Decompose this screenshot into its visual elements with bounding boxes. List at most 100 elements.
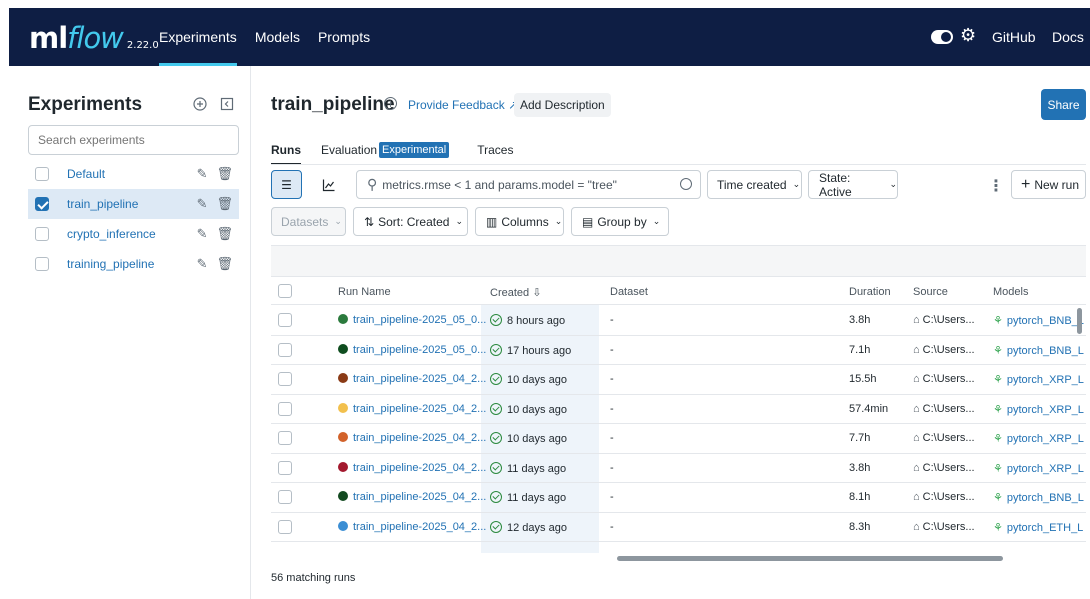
provide-feedback-link[interactable]: Provide Feedback ↗ bbox=[408, 98, 518, 112]
run-name-cell[interactable]: train_pipeline-2025_04_2... bbox=[338, 461, 486, 474]
col-source[interactable]: Source bbox=[913, 286, 948, 298]
col-dataset[interactable]: Dataset bbox=[610, 286, 648, 298]
run-name-link[interactable]: train_pipeline-2025_04_2... bbox=[353, 373, 486, 385]
pencil-icon[interactable]: ✎ bbox=[197, 256, 208, 272]
trash-icon[interactable]: 🗑 bbox=[216, 166, 233, 182]
model-link[interactable]: pytorch_XRP_L bbox=[1007, 374, 1084, 386]
experiment-checkbox[interactable] bbox=[35, 227, 49, 241]
time-created-dropdown[interactable]: Time created ⌄ bbox=[707, 170, 802, 199]
state-dropdown[interactable]: State: Active ⌄ bbox=[808, 170, 898, 199]
experiment-item-default[interactable]: Default ✎ 🗑 bbox=[28, 159, 239, 189]
model-link[interactable]: pytorch_ETH_L bbox=[1007, 522, 1083, 534]
experiment-checkbox[interactable] bbox=[35, 167, 49, 181]
run-name-cell[interactable]: train_pipeline-2025_04_2... bbox=[338, 520, 486, 533]
experiment-item-training-pipeline[interactable]: training_pipeline ✎ 🗑 bbox=[28, 249, 239, 279]
row-checkbox[interactable] bbox=[278, 519, 292, 534]
run-name-cell[interactable]: train_pipeline-2025_04_2... bbox=[338, 402, 486, 415]
add-description-button[interactable]: Add Description bbox=[514, 93, 611, 117]
vertical-scrollbar[interactable] bbox=[1077, 308, 1082, 334]
source-cell[interactable]: ⌂ C:\Users... bbox=[913, 521, 975, 533]
experiment-item-crypto-inference[interactable]: crypto_inference ✎ 🗑 bbox=[28, 219, 239, 249]
model-link[interactable]: pytorch_BNB_L bbox=[1007, 492, 1084, 504]
table-row[interactable]: train_pipeline-2025_04_2... 11 days ago - 8… bbox=[271, 483, 1086, 513]
experiment-item-train-pipeline[interactable]: train_pipeline ✎ 🗑 bbox=[28, 189, 239, 219]
share-button[interactable]: Share bbox=[1041, 89, 1086, 120]
run-name-link[interactable]: train_pipeline-2025_04_2... bbox=[353, 462, 486, 474]
col-created[interactable]: Created ⇩ bbox=[490, 286, 541, 299]
row-checkbox[interactable] bbox=[278, 431, 292, 445]
source-cell[interactable]: ⌂ C:\Users... bbox=[913, 314, 975, 326]
row-checkbox[interactable] bbox=[278, 401, 292, 416]
mlflow-logo[interactable]: mlflow 2.22.0 bbox=[29, 21, 159, 55]
model-cell[interactable]: ⚘ pytorch_BNB_L bbox=[993, 314, 1084, 327]
model-cell[interactable]: ⚘ pytorch_ETH_L bbox=[993, 521, 1083, 534]
row-checkbox[interactable] bbox=[278, 490, 292, 504]
table-row[interactable]: train_pipeline-2025_05_0... 8 hours ago - 3… bbox=[271, 306, 1086, 336]
model-cell[interactable]: ⚘ pytorch_XRP_L bbox=[993, 432, 1084, 445]
col-duration[interactable]: Duration bbox=[849, 286, 891, 298]
plus-circle-icon[interactable] bbox=[192, 96, 208, 112]
run-name-cell[interactable]: train_pipeline-2025_04_2... bbox=[338, 373, 486, 385]
table-row[interactable]: train_pipeline-2025_04_2... 11 days ago - 3… bbox=[271, 454, 1086, 483]
pencil-icon[interactable]: ✎ bbox=[197, 196, 208, 212]
run-name-cell[interactable]: train_pipeline-2025_05_0... bbox=[338, 314, 486, 326]
gear-icon[interactable]: ⚙ bbox=[960, 25, 976, 46]
github-link[interactable]: GitHub bbox=[992, 8, 1036, 66]
pencil-icon[interactable]: ✎ bbox=[197, 226, 208, 242]
tab-traces[interactable]: Traces bbox=[477, 139, 513, 161]
collapse-panel-icon[interactable] bbox=[219, 96, 235, 112]
source-cell[interactable]: ⌂ C:\Users... bbox=[913, 403, 975, 415]
new-run-button[interactable]: + New run bbox=[1011, 170, 1086, 199]
sort-dropdown[interactable]: ⇅ Sort: Created ⌄ bbox=[353, 207, 468, 236]
row-checkbox[interactable] bbox=[278, 460, 292, 475]
clock-icon[interactable] bbox=[680, 178, 692, 190]
table-row[interactable]: train_pipeline-2025_05_0... 17 hours ago -… bbox=[271, 336, 1086, 365]
more-options-icon[interactable]: ⋮ bbox=[988, 176, 1004, 196]
search-experiments-input[interactable] bbox=[28, 125, 239, 155]
col-models[interactable]: Models bbox=[993, 286, 1028, 298]
model-link[interactable]: pytorch_XRP_L bbox=[1007, 463, 1084, 475]
tab-evaluation[interactable]: Evaluation Experimental bbox=[321, 139, 450, 161]
nav-experiments[interactable]: Experiments bbox=[159, 8, 237, 66]
run-name-link[interactable]: train_pipeline-2025_05_0... bbox=[353, 344, 486, 356]
docs-link[interactable]: Docs bbox=[1052, 8, 1084, 66]
pencil-icon[interactable]: ✎ bbox=[197, 166, 208, 182]
model-link[interactable]: pytorch_BNB_L bbox=[1007, 315, 1084, 327]
model-cell[interactable]: ⚘ pytorch_XRP_L bbox=[993, 462, 1084, 475]
row-checkbox[interactable] bbox=[278, 342, 292, 357]
source-cell[interactable]: ⌂ C:\Users... bbox=[913, 462, 975, 474]
table-view-button[interactable]: ☰ bbox=[271, 170, 302, 199]
table-row[interactable]: train_pipeline-2025_04_2... 10 days ago - 5… bbox=[271, 395, 1086, 424]
trash-icon[interactable]: 🗑 bbox=[216, 196, 233, 212]
columns-dropdown[interactable]: ▥ Columns ⌄ bbox=[475, 207, 564, 236]
nav-prompts[interactable]: Prompts bbox=[318, 8, 370, 66]
run-name-cell[interactable]: train_pipeline-2025_04_2... bbox=[338, 432, 486, 444]
table-row[interactable]: train_pipeline-2025_04_2... 10 days ago - 1… bbox=[271, 365, 1086, 395]
table-row[interactable]: train_pipeline-2025_04_2... 12 days ago - 8… bbox=[271, 513, 1086, 542]
model-link[interactable]: pytorch_BNB_L bbox=[1007, 345, 1084, 357]
run-name-cell[interactable]: train_pipeline-2025_05_0... bbox=[338, 343, 486, 356]
datasets-dropdown[interactable]: Datasets ⌄ bbox=[271, 207, 346, 236]
experiment-checkbox[interactable] bbox=[35, 197, 49, 211]
source-cell[interactable]: ⌂ C:\Users... bbox=[913, 344, 975, 356]
model-link[interactable]: pytorch_XRP_L bbox=[1007, 404, 1084, 416]
run-name-link[interactable]: train_pipeline-2025_04_2... bbox=[353, 432, 486, 444]
horizontal-scroll-thumb[interactable] bbox=[617, 556, 1003, 561]
model-cell[interactable]: ⚘ pytorch_BNB_L bbox=[993, 344, 1084, 357]
row-checkbox[interactable] bbox=[278, 372, 292, 386]
source-cell[interactable]: ⌂ C:\Users... bbox=[913, 432, 975, 444]
info-icon[interactable]: i bbox=[384, 97, 397, 110]
horizontal-scrollbar[interactable] bbox=[271, 553, 1086, 563]
model-cell[interactable]: ⚘ pytorch_XRP_L bbox=[993, 373, 1084, 386]
model-link[interactable]: pytorch_XRP_L bbox=[1007, 433, 1084, 445]
run-name-link[interactable]: train_pipeline-2025_05_0... bbox=[353, 314, 486, 326]
trash-icon[interactable]: 🗑 bbox=[216, 256, 233, 272]
model-cell[interactable]: ⚘ pytorch_XRP_L bbox=[993, 403, 1084, 416]
row-checkbox[interactable] bbox=[278, 313, 292, 327]
dark-mode-toggle[interactable] bbox=[931, 30, 953, 44]
model-cell[interactable]: ⚘ pytorch_BNB_L bbox=[993, 491, 1084, 504]
search-runs-input[interactable]: ⚲ metrics.rmse < 1 and params.model = "t… bbox=[356, 170, 701, 199]
run-name-link[interactable]: train_pipeline-2025_04_2... bbox=[353, 403, 486, 415]
experiment-checkbox[interactable] bbox=[35, 257, 49, 271]
nav-models[interactable]: Models bbox=[255, 8, 300, 66]
